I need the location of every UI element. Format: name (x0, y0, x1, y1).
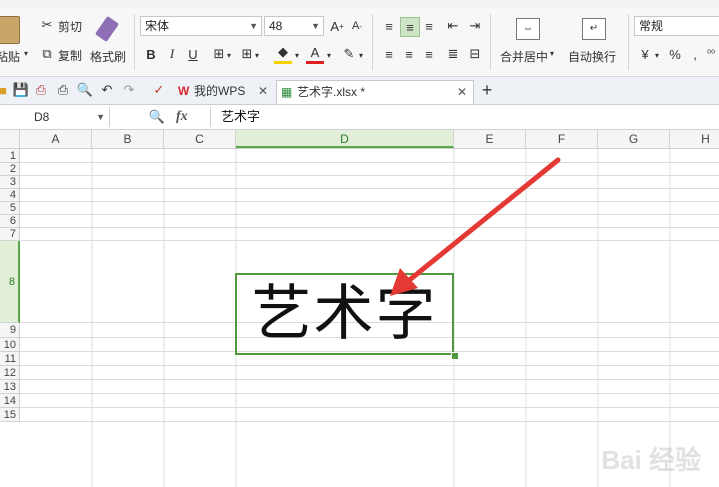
annotation-arrow (390, 157, 561, 296)
baidu-jingyan-watermark: Bai 经验 (601, 445, 701, 475)
